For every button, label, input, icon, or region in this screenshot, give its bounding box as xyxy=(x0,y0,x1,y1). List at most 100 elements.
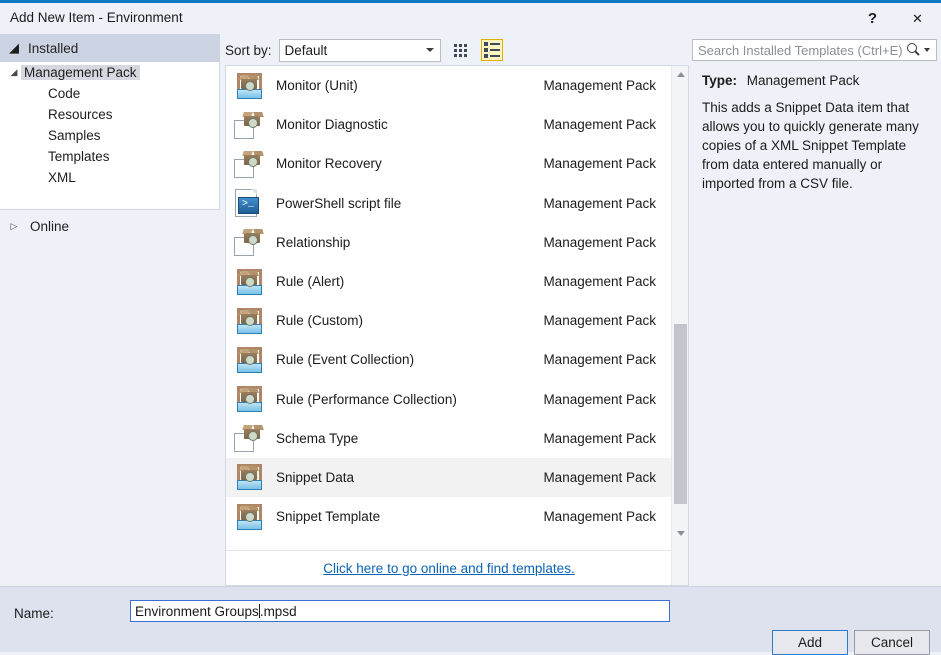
sidebar-item-code[interactable]: Code xyxy=(0,83,219,104)
tray-box-icon xyxy=(234,345,264,375)
sort-by-value: Default xyxy=(284,42,328,58)
grid-icon xyxy=(454,43,468,57)
chevron-down-icon: ◢ xyxy=(10,67,18,77)
add-button[interactable]: Add xyxy=(772,630,848,655)
template-type: Management Pack xyxy=(543,469,656,485)
detail-type-value: Management Pack xyxy=(746,73,860,88)
template-type: Management Pack xyxy=(543,78,656,94)
template-name: Relationship xyxy=(276,234,351,250)
list-item[interactable]: Schema Type Management Pack xyxy=(226,419,672,458)
detail-type-label: Type: xyxy=(702,73,738,88)
tray-box-icon xyxy=(234,462,264,492)
sidebar-item-label: Templates xyxy=(48,149,110,164)
template-name: Rule (Custom) xyxy=(276,313,364,329)
medium-icons-view-button[interactable] xyxy=(450,39,472,61)
name-value-suffix: .mpsd xyxy=(259,603,297,619)
chevron-down-icon: ◢ xyxy=(9,40,19,55)
search-input[interactable]: Search Installed Templates (Ctrl+E) xyxy=(693,43,905,58)
template-list-scrollbar[interactable] xyxy=(671,66,688,585)
template-type: Management Pack xyxy=(543,195,656,211)
list-view-button[interactable] xyxy=(480,39,503,61)
list-item-partial[interactable] xyxy=(226,536,672,551)
tray-box-icon xyxy=(234,267,264,297)
list-item[interactable]: Monitor Diagnostic Management Pack xyxy=(226,105,672,144)
name-input-text: Environment Groups.mpsd xyxy=(131,603,297,619)
sort-by-select[interactable]: Default xyxy=(278,38,441,62)
list-item[interactable]: Rule (Event Collection) Management Pack xyxy=(226,340,672,379)
search-icon xyxy=(905,42,921,58)
name-label: Name: xyxy=(14,606,54,621)
template-list[interactable]: Monitor (Unit) Management Pack Monitor D… xyxy=(226,66,672,551)
sidebar-item-label: Online xyxy=(30,218,70,234)
cancel-button[interactable]: Cancel xyxy=(854,630,930,655)
sidebar-item-xml[interactable]: XML xyxy=(0,167,219,188)
list-item-selected[interactable]: Snippet Data Management Pack xyxy=(226,457,672,498)
template-category-tree: ◢ Management Pack Code Resources Samples… xyxy=(0,62,220,210)
template-type: Management Pack xyxy=(543,391,656,407)
scroll-up-icon[interactable] xyxy=(672,66,688,83)
list-item[interactable]: Snippet Template Management Pack xyxy=(226,497,672,536)
online-templates-link-bar: Click here to go online and find templat… xyxy=(226,550,672,585)
sidebar-item-resources[interactable]: Resources xyxy=(0,104,219,125)
online-templates-link[interactable]: Click here to go online and find templat… xyxy=(323,561,574,576)
template-type: Management Pack xyxy=(543,352,656,368)
chevron-down-icon xyxy=(425,48,434,52)
search-box[interactable]: Search Installed Templates (Ctrl+E) xyxy=(692,39,937,61)
template-type: Management Pack xyxy=(543,430,656,446)
tray-box-icon xyxy=(234,71,264,101)
installed-label: Installed xyxy=(28,40,79,56)
help-button[interactable]: ? xyxy=(850,3,895,34)
doc-box-icon xyxy=(234,149,264,179)
template-name: Rule (Performance Collection) xyxy=(276,391,457,407)
name-value: Environment Groups xyxy=(135,603,259,619)
template-name: Snippet Data xyxy=(276,469,355,485)
template-list-panel: Monitor (Unit) Management Pack Monitor D… xyxy=(225,65,689,586)
tray-box-icon xyxy=(234,384,264,414)
list-item[interactable]: Monitor (Unit) Management Pack xyxy=(226,66,672,105)
scroll-down-icon[interactable] xyxy=(672,525,688,542)
sidebar-item-online[interactable]: ▷ Online xyxy=(0,214,220,238)
powershell-icon: >_ xyxy=(234,188,264,218)
list-item[interactable]: Rule (Alert) Management Pack xyxy=(226,262,672,301)
list-item[interactable]: Relationship Management Pack xyxy=(226,223,672,262)
sidebar-item-samples[interactable]: Samples xyxy=(0,125,219,146)
sidebar-item-label: Code xyxy=(48,86,81,101)
tray-box-icon xyxy=(234,306,264,336)
template-type: Management Pack xyxy=(543,234,656,250)
dialog-footer: Name: Environment Groups.mpsd Add Cancel xyxy=(0,586,941,655)
installed-section-header[interactable]: ◢ Installed xyxy=(0,34,220,62)
template-name: Snippet Template xyxy=(276,509,381,525)
name-input[interactable]: Environment Groups.mpsd xyxy=(130,600,670,622)
list-item[interactable]: Rule (Custom) Management Pack xyxy=(226,301,672,340)
sidebar-item-management-pack[interactable]: ◢ Management Pack xyxy=(0,62,219,83)
list-icon xyxy=(483,42,500,58)
list-item[interactable]: Monitor Recovery Management Pack xyxy=(226,144,672,183)
sidebar-item-label: Samples xyxy=(48,128,101,143)
chevron-down-icon[interactable] xyxy=(924,48,930,52)
template-type: Management Pack xyxy=(543,313,656,329)
template-name: Rule (Event Collection) xyxy=(276,352,415,368)
template-name: PowerShell script file xyxy=(276,195,402,211)
template-name: Rule (Alert) xyxy=(276,274,345,290)
template-details-panel: Type: Management Pack This adds a Snippe… xyxy=(692,65,937,586)
chevron-right-icon: ▷ xyxy=(10,220,18,231)
template-type: Management Pack xyxy=(543,117,656,133)
template-type: Management Pack xyxy=(543,274,656,290)
list-item[interactable]: >_ PowerShell script file Management Pac… xyxy=(226,184,672,223)
list-item[interactable]: Rule (Performance Collection) Management… xyxy=(226,380,672,419)
sidebar-item-label: Management Pack xyxy=(21,65,140,80)
title-bar: Add New Item - Environment ? ✕ xyxy=(0,3,941,34)
template-name: Monitor (Unit) xyxy=(276,78,358,94)
detail-description: This adds a Snippet Data item that allow… xyxy=(702,100,919,191)
dialog-title: Add New Item - Environment xyxy=(10,10,183,25)
close-icon[interactable]: ✕ xyxy=(895,3,940,34)
template-name: Schema Type xyxy=(276,430,359,446)
list-toolbar: Sort by: Default xyxy=(225,36,689,64)
tray-box-icon xyxy=(234,502,264,532)
detail-type-row: Type: Management Pack xyxy=(702,73,937,88)
sidebar-item-templates[interactable]: Templates xyxy=(0,146,219,167)
doc-box-icon xyxy=(234,110,264,140)
sidebar-item-label: XML xyxy=(48,170,76,185)
scrollbar-thumb[interactable] xyxy=(674,324,687,504)
template-name: Monitor Diagnostic xyxy=(276,117,388,133)
